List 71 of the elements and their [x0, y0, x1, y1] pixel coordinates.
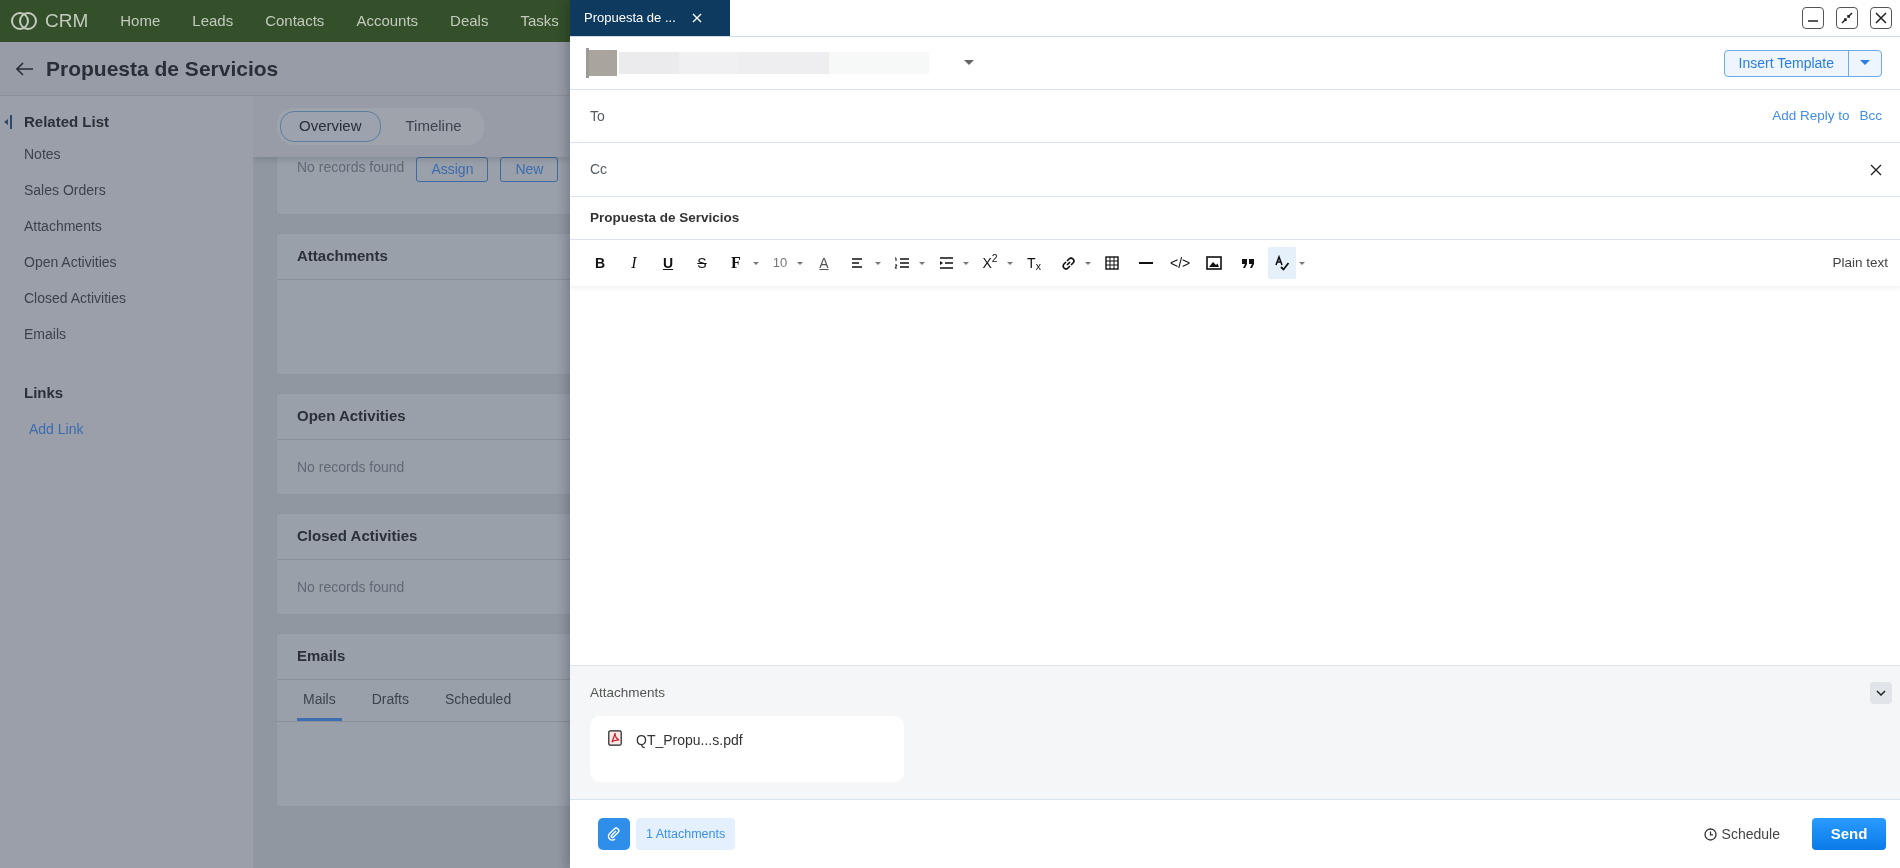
italic-button[interactable]: I	[620, 247, 648, 279]
sidebar-item[interactable]: Emails	[0, 316, 253, 352]
collapse-button[interactable]	[1870, 682, 1892, 704]
nav-item[interactable]: Home	[120, 9, 161, 33]
superscript-button[interactable]: X$^{2}$	[976, 247, 1004, 279]
close-button[interactable]	[1870, 7, 1892, 29]
file-name: QT_Propu...s.pdf	[636, 731, 743, 750]
minimize-icon	[1807, 19, 1819, 23]
spellcheck-icon	[1274, 255, 1291, 271]
shrink-button[interactable]	[1836, 7, 1858, 29]
to-label: To	[590, 106, 605, 126]
horizontal-line-icon	[1139, 261, 1153, 265]
clock-icon	[1703, 827, 1717, 841]
caret-icon[interactable]	[964, 60, 974, 66]
subject-field[interactable]: Propuesta de Servicios	[590, 207, 740, 229]
link-icon	[1060, 255, 1076, 271]
email-tab[interactable]: Drafts	[365, 688, 415, 721]
sidebar-item[interactable]: Open Activities	[0, 244, 253, 280]
sidebar-item[interactable]: Notes	[0, 136, 253, 172]
underline-button[interactable]: U	[654, 247, 682, 279]
spellcheck-button[interactable]	[1268, 247, 1297, 279]
logo-icon[interactable]	[10, 11, 38, 31]
bcc-link[interactable]: Bcc	[1859, 105, 1882, 127]
minimize-button[interactable]	[1802, 7, 1824, 29]
links-heading: Links	[23, 383, 65, 403]
attachments-heading: Attachments	[590, 683, 666, 702]
clear-format-button[interactable]: T$_{x}$	[1020, 247, 1048, 279]
bold-button[interactable]: B	[586, 247, 614, 279]
numbered-list-icon	[894, 255, 910, 271]
chevron-down-icon	[1876, 690, 1886, 696]
view-tab[interactable]: Overview	[280, 111, 381, 142]
close-icon	[1875, 12, 1887, 24]
nav-item[interactable]: Tasks	[520, 9, 559, 33]
font-color-button[interactable]: A	[810, 247, 838, 279]
sidebar-item[interactable]: Attachments	[0, 208, 253, 244]
shrink-icon	[1841, 12, 1853, 24]
nav-item[interactable]: Contacts	[265, 9, 325, 33]
paperclip-icon	[607, 827, 621, 841]
nav-item[interactable]: Accounts	[356, 9, 419, 33]
schedule-button[interactable]: Schedule	[1697, 822, 1786, 846]
collapse-icon[interactable]	[4, 114, 12, 130]
back-arrow-icon[interactable]	[16, 61, 34, 76]
close-icon[interactable]	[1870, 163, 1882, 176]
attachments-count[interactable]: 1 Attachments	[636, 817, 736, 851]
strikethrough-button[interactable]: S	[688, 247, 716, 279]
caret-icon	[1860, 60, 1870, 66]
pdf-file-icon	[608, 730, 622, 746]
nav-item[interactable]: Leads	[192, 9, 234, 33]
view-tab[interactable]: Timeline	[386, 111, 481, 142]
email-tab[interactable]: Mails	[297, 688, 342, 721]
tab-title: Propuesta de ...	[584, 9, 676, 28]
cc-label: Cc	[590, 160, 608, 179]
attach-button[interactable]	[598, 818, 630, 850]
nav-item[interactable]: Deals	[450, 9, 489, 33]
indent-icon	[938, 255, 954, 271]
send-button[interactable]: Send	[1812, 818, 1886, 850]
image-icon	[1206, 255, 1223, 271]
sidebar-item[interactable]: Closed Activities	[0, 280, 253, 316]
email-tab[interactable]: Scheduled	[439, 688, 518, 721]
sidebar-heading: Related List	[24, 111, 110, 132]
plain-text-link[interactable]: Plain text	[1826, 251, 1894, 275]
table-icon	[1104, 255, 1120, 271]
code-button[interactable]: </>	[1166, 247, 1195, 279]
compose-tab[interactable]: Propuesta de ...	[570, 0, 730, 36]
app-name: CRM	[45, 8, 89, 33]
font-family-button[interactable]: F	[722, 247, 750, 279]
file-card[interactable]: QT_Propu...s.pdf	[590, 716, 904, 782]
sidebar-item[interactable]: Sales Orders	[0, 172, 253, 208]
font-size-button[interactable]: 10	[766, 247, 794, 279]
page-title: Propuesta de Servicios	[46, 55, 279, 82]
add-reply-to-link[interactable]: Add Reply to	[1772, 105, 1850, 127]
